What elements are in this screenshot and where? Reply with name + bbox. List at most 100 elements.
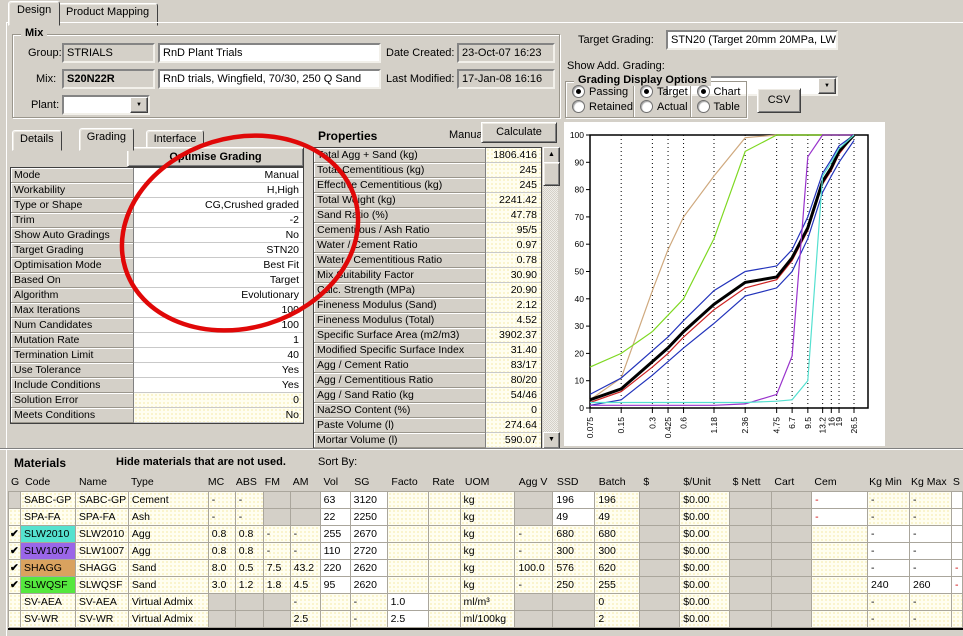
materials-cell[interactable]: 300 — [595, 543, 640, 560]
materials-cell[interactable] — [321, 611, 351, 628]
group-description-field[interactable]: RnD Plant Trials — [158, 43, 381, 63]
materials-cell[interactable]: SPA-FA — [76, 509, 129, 526]
radio-option-chart[interactable]: Chart — [697, 85, 746, 100]
materials-cell[interactable]: - — [515, 543, 553, 560]
material-used-checkmark-icon[interactable]: ✔ — [9, 526, 21, 543]
optimise-row-value[interactable]: Best Fit — [134, 258, 303, 273]
scrollbar-track[interactable] — [543, 162, 558, 434]
materials-cell[interactable]: 8.0 — [209, 560, 236, 577]
materials-cell[interactable]: 22 — [321, 509, 351, 526]
scrollbar-thumb[interactable] — [543, 162, 560, 186]
materials-cell[interactable]: SLW2010 — [76, 526, 129, 543]
materials-cell[interactable]: SV-AEA — [21, 594, 76, 611]
materials-cell[interactable]: - — [812, 509, 868, 526]
materials-cell[interactable]: 2620 — [351, 560, 388, 577]
materials-cell[interactable]: 620 — [595, 560, 640, 577]
radio-retained[interactable] — [572, 100, 585, 113]
materials-cell[interactable]: 0 — [595, 594, 640, 611]
materials-cell[interactable]: 240 — [868, 577, 910, 594]
materials-cell[interactable] — [388, 543, 429, 560]
materials-cell[interactable]: 220 — [321, 560, 351, 577]
materials-cell[interactable] — [812, 526, 868, 543]
materials-cell[interactable]: - — [910, 492, 952, 509]
materials-cell[interactable]: SABC-GP — [21, 492, 76, 509]
optimise-row-value[interactable]: No — [134, 408, 303, 423]
materials-cell[interactable] — [388, 577, 429, 594]
materials-cell[interactable]: 49 — [553, 509, 595, 526]
materials-cell[interactable]: 196 — [553, 492, 595, 509]
materials-cell[interactable] — [429, 577, 461, 594]
materials-cell[interactable]: - — [952, 560, 963, 577]
target-grading-field[interactable]: STN20 (Target 20mm 20MPa, LW ag — [666, 30, 838, 50]
materials-cell[interactable]: 1.2 — [236, 577, 264, 594]
radio-option-retained[interactable]: Retained — [572, 100, 633, 115]
materials-cell[interactable] — [388, 560, 429, 577]
optimise-row-value[interactable]: 100 — [134, 303, 303, 318]
materials-cell[interactable]: - — [910, 509, 952, 526]
materials-cell[interactable]: - — [910, 611, 952, 628]
materials-cell[interactable]: - — [868, 509, 910, 526]
radio-option-table[interactable]: Table — [697, 100, 746, 115]
materials-cell[interactable]: kg — [461, 526, 516, 543]
materials-cell[interactable]: 196 — [595, 492, 640, 509]
materials-cell[interactable]: Sand — [129, 577, 209, 594]
materials-cell[interactable] — [952, 492, 963, 509]
materials-cell[interactable]: 1.8 — [264, 577, 291, 594]
materials-cell[interactable]: 63 — [321, 492, 351, 509]
optimise-row-value[interactable]: STN20 — [134, 243, 303, 258]
materials-cell[interactable]: - — [351, 594, 388, 611]
properties-scrollbar[interactable]: ▲ ▼ — [543, 147, 558, 449]
optimise-row-value[interactable]: Manual — [134, 168, 303, 183]
group-code-field[interactable]: STRIALS — [62, 43, 155, 63]
materials-cell[interactable]: 2670 — [351, 526, 388, 543]
materials-cell[interactable] — [321, 594, 351, 611]
materials-cell[interactable]: 2720 — [351, 543, 388, 560]
tab-grading[interactable]: Grading — [79, 128, 134, 151]
optimise-row-value[interactable]: 40 — [134, 348, 303, 363]
materials-cell[interactable] — [429, 594, 461, 611]
materials-cell[interactable]: - — [236, 509, 264, 526]
materials-cell[interactable]: 255 — [321, 526, 351, 543]
materials-cell[interactable]: SV-WR — [21, 611, 76, 628]
materials-cell[interactable]: - — [868, 526, 910, 543]
materials-cell[interactable]: - — [868, 560, 910, 577]
calculate-button[interactable]: Calculate — [481, 122, 557, 143]
materials-cell[interactable] — [429, 526, 461, 543]
materials-cell[interactable]: kg — [461, 509, 516, 526]
materials-cell[interactable]: - — [515, 526, 553, 543]
optimise-row-value[interactable]: Yes — [134, 378, 303, 393]
materials-cell[interactable] — [9, 509, 21, 526]
materials-cell[interactable] — [429, 543, 461, 560]
materials-cell[interactable]: - — [910, 526, 952, 543]
materials-cell[interactable] — [429, 509, 461, 526]
materials-cell[interactable]: SV-AEA — [76, 594, 129, 611]
materials-cell[interactable]: - — [209, 509, 236, 526]
materials-cell[interactable]: 260 — [910, 577, 952, 594]
optimise-row-value[interactable]: 0 — [134, 393, 303, 408]
materials-cell[interactable]: 255 — [595, 577, 640, 594]
materials-cell[interactable]: 2.5 — [291, 611, 321, 628]
materials-cell[interactable]: SV-WR — [76, 611, 129, 628]
materials-cell[interactable]: SLW1007 — [21, 543, 76, 560]
materials-cell[interactable] — [9, 492, 21, 509]
materials-cell[interactable]: 2.5 — [388, 611, 429, 628]
materials-cell[interactable]: SABC-GP — [76, 492, 129, 509]
materials-cell[interactable]: $0.00 — [680, 492, 730, 509]
materials-cell[interactable]: Virtual Admix — [129, 611, 209, 628]
materials-cell[interactable] — [9, 611, 21, 628]
materials-cell[interactable]: Ash — [129, 509, 209, 526]
materials-cell[interactable]: - — [910, 560, 952, 577]
materials-cell[interactable]: 250 — [553, 577, 595, 594]
materials-cell[interactable]: 1.0 — [388, 594, 429, 611]
materials-cell[interactable] — [952, 509, 963, 526]
materials-cell[interactable] — [952, 594, 963, 611]
materials-cell[interactable] — [952, 611, 963, 628]
materials-cell[interactable]: Agg — [129, 543, 209, 560]
materials-cell[interactable]: - — [952, 577, 963, 594]
materials-cell[interactable] — [952, 526, 963, 543]
material-used-checkmark-icon[interactable]: ✔ — [9, 560, 21, 577]
radio-table[interactable] — [697, 100, 710, 113]
material-used-checkmark-icon[interactable]: ✔ — [9, 577, 21, 594]
materials-cell[interactable]: kg — [461, 543, 516, 560]
materials-cell[interactable]: - — [868, 543, 910, 560]
